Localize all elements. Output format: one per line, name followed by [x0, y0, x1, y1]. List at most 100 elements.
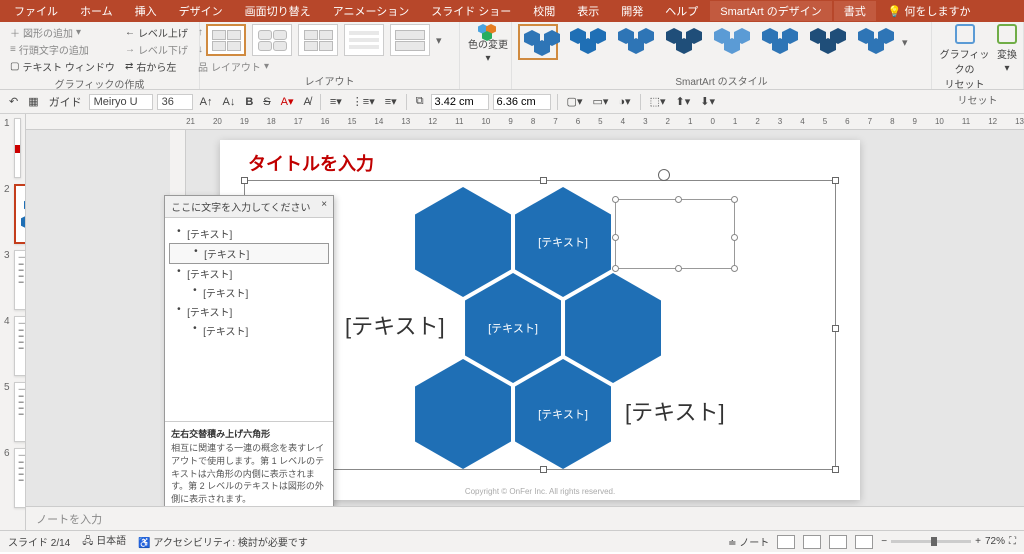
clear-format-icon[interactable]: A̸: [300, 96, 313, 108]
slide-counter[interactable]: スライド 2/14: [8, 534, 70, 549]
hex-6[interactable]: [テキスト]: [515, 359, 611, 469]
layout-thumb-2[interactable]: [252, 24, 292, 56]
level-up-button[interactable]: ← レベル上げ: [121, 24, 192, 41]
fit-window-icon[interactable]: ⛶: [1009, 536, 1016, 547]
shape-effects-icon[interactable]: ◑▾: [615, 95, 633, 108]
convert-button[interactable]: 変換▾: [997, 24, 1017, 91]
tab-4[interactable]: 画面切り替え: [235, 1, 321, 21]
smartart-label-1[interactable]: [テキスト]: [345, 309, 445, 341]
tab-6[interactable]: スライド ショー: [421, 1, 521, 21]
slide-thumb-6[interactable]: ━━━━▬ ▬ ▬▬ ▬ ▬: [14, 448, 27, 508]
reading-view-icon[interactable]: [829, 535, 847, 549]
smartart-text-pane[interactable]: ここに文字を入力してください × [テキスト][テキスト][テキスト][テキスト…: [164, 195, 334, 506]
slide-title[interactable]: タイトルを入力: [248, 150, 374, 176]
layout-thumb-3[interactable]: [298, 24, 338, 56]
bold-icon[interactable]: B: [242, 96, 256, 108]
hex-5[interactable]: [415, 359, 511, 469]
tab-10[interactable]: ヘルプ: [655, 1, 708, 21]
font-select[interactable]: Meiryo U: [89, 94, 153, 110]
text-pane-item-4[interactable]: [テキスト]: [169, 302, 329, 321]
text-pane-item-1[interactable]: [テキスト]: [169, 243, 329, 264]
level-down-button[interactable]: → レベル下げ: [121, 41, 192, 58]
font-color-icon[interactable]: A▾: [278, 95, 297, 108]
tab-12[interactable]: 書式: [834, 1, 876, 21]
layout-thumb-5[interactable]: [390, 24, 430, 56]
shape-selection[interactable]: [615, 199, 735, 269]
layout-thumb-4[interactable]: [344, 24, 384, 56]
style-gallery[interactable]: ▾: [518, 24, 925, 60]
slide-thumb-1[interactable]: [14, 118, 22, 178]
layout-thumb-1[interactable]: [206, 24, 246, 56]
style-thumb-1[interactable]: [566, 24, 606, 60]
style-thumb-3[interactable]: [662, 24, 702, 60]
rotate-handle[interactable]: [658, 169, 670, 181]
width-input[interactable]: [493, 94, 551, 110]
color-change-button[interactable]: 色の変更▾: [466, 24, 510, 64]
font-size-select[interactable]: 36: [157, 94, 193, 110]
tab-11[interactable]: SmartArt のデザイン: [710, 1, 831, 21]
reset-graphic-button[interactable]: グラフィックの リセット: [938, 24, 991, 91]
hex-1[interactable]: [415, 187, 511, 297]
guide-toggle[interactable]: ▦: [25, 95, 41, 108]
style-thumb-4[interactable]: [710, 24, 750, 60]
tab-1[interactable]: ホーム: [70, 1, 123, 21]
slide-thumbnails[interactable]: 123━━━━▬ ▬ ▬▬ ▬ ▬4━━━━▬ ▬ ▬▬ ▬ ▬5━━━━▬ ▬…: [0, 114, 26, 530]
send-back-icon[interactable]: ⬇▾: [697, 95, 718, 108]
tab-0[interactable]: ファイル: [4, 1, 68, 21]
strike-icon[interactable]: S: [260, 96, 273, 108]
ribbon-tabs: ファイルホーム挿入デザイン画面切り替えアニメーションスライド ショー校閲表示開発…: [0, 0, 1024, 22]
tab-7[interactable]: 校閲: [523, 1, 565, 21]
slideshow-view-icon[interactable]: [855, 535, 873, 549]
increase-font-icon[interactable]: A↑: [197, 96, 216, 108]
tab-3[interactable]: デザイン: [169, 1, 233, 21]
hex-3[interactable]: [テキスト]: [465, 273, 561, 383]
workspace: 123━━━━▬ ▬ ▬▬ ▬ ▬4━━━━▬ ▬ ▬▬ ▬ ▬5━━━━▬ ▬…: [0, 114, 1024, 530]
style-thumb-6[interactable]: [806, 24, 846, 60]
slide-thumb-2[interactable]: [14, 184, 27, 244]
canvas[interactable]: ここに文字を入力してください × [テキスト][テキスト][テキスト][テキスト…: [26, 130, 1024, 506]
shape-outline-icon[interactable]: ▭▾: [589, 95, 611, 108]
tab-9[interactable]: 開発: [611, 1, 653, 21]
text-pane-item-0[interactable]: [テキスト]: [169, 224, 329, 243]
tab-8[interactable]: 表示: [567, 1, 609, 21]
language-label[interactable]: 🖧 日本語: [82, 532, 126, 551]
shape-fill-icon[interactable]: ▢▾: [564, 95, 586, 108]
height-input[interactable]: [431, 94, 489, 110]
tab-5[interactable]: アニメーション: [323, 1, 420, 21]
text-pane-item-5[interactable]: [テキスト]: [169, 321, 329, 340]
normal-view-icon[interactable]: [777, 535, 795, 549]
accessibility-label[interactable]: ♿ アクセシビリティ: 検討が必要です: [138, 534, 308, 549]
notes-button[interactable]: ≐ ノート: [728, 534, 769, 549]
tab-2[interactable]: 挿入: [125, 1, 167, 21]
hex-2[interactable]: [テキスト]: [515, 187, 611, 297]
sorter-view-icon[interactable]: [803, 535, 821, 549]
bullets-icon[interactable]: ≡▾: [327, 95, 345, 108]
bring-front-icon[interactable]: ⬆▾: [672, 95, 693, 108]
style-thumb-0[interactable]: [518, 24, 558, 60]
slide-thumb-3[interactable]: ━━━━▬ ▬ ▬▬ ▬ ▬: [14, 250, 27, 310]
add-shape-button[interactable]: ＋ 図形の追加 ▾: [6, 24, 119, 41]
rtl-button[interactable]: ⇄ 右から左: [121, 58, 192, 75]
arrange-icon[interactable]: ⬚▾: [647, 95, 669, 108]
undo-icon[interactable]: ↶: [6, 95, 21, 108]
tell-me[interactable]: 💡 何をしますか: [878, 1, 981, 21]
style-thumb-5[interactable]: [758, 24, 798, 60]
text-window-button[interactable]: ▢ テキスト ウィンドウ: [6, 58, 119, 75]
text-pane-item-2[interactable]: [テキスト]: [169, 264, 329, 283]
numbering-icon[interactable]: ⋮≡▾: [349, 95, 378, 108]
close-icon[interactable]: ×: [321, 199, 327, 214]
layout-gallery[interactable]: ▾: [206, 24, 453, 56]
notes-pane[interactable]: ノートを入力: [26, 506, 1024, 530]
slide-thumb-4[interactable]: ━━━━▬ ▬ ▬▬ ▬ ▬: [14, 316, 27, 376]
smartart-label-2[interactable]: [テキスト]: [625, 395, 725, 427]
crop-icon[interactable]: ⧉: [413, 95, 427, 108]
zoom-control[interactable]: −+ 72% ⛶: [881, 536, 1016, 547]
slide-thumb-5[interactable]: ━━━━▬ ▬ ▬▬ ▬ ▬: [14, 382, 27, 442]
style-thumb-2[interactable]: [614, 24, 654, 60]
style-thumb-7[interactable]: [854, 24, 894, 60]
align-icon[interactable]: ≡▾: [382, 95, 400, 108]
add-bullet-button[interactable]: ≡ 行頭文字の追加: [6, 41, 119, 58]
decrease-font-icon[interactable]: A↓: [219, 96, 238, 108]
hex-4[interactable]: [565, 273, 661, 383]
text-pane-item-3[interactable]: [テキスト]: [169, 283, 329, 302]
